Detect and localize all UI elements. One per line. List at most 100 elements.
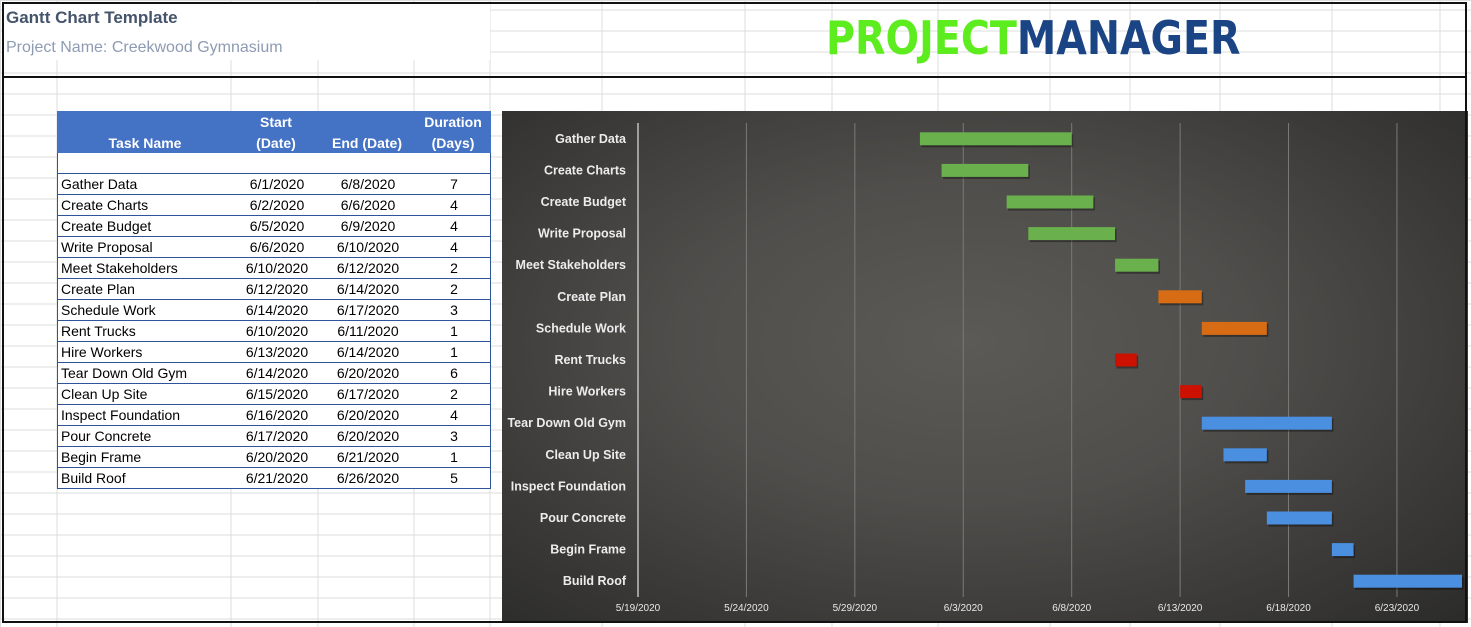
table-row[interactable]: Gather Data 6/1/2020 6/8/2020 7 bbox=[57, 174, 491, 195]
task-name-cell[interactable]: Schedule Work bbox=[61, 302, 156, 318]
duration-cell[interactable]: 1 bbox=[416, 323, 492, 339]
start-date-cell[interactable]: 6/14/2020 bbox=[234, 365, 320, 381]
table-row[interactable]: Build Roof 6/21/2020 6/26/2020 5 bbox=[57, 468, 491, 489]
task-name-cell[interactable]: Rent Trucks bbox=[61, 323, 136, 339]
start-date-cell[interactable]: 6/2/2020 bbox=[234, 197, 320, 213]
task-bar[interactable] bbox=[1331, 543, 1354, 557]
task-name-cell[interactable]: Create Budget bbox=[61, 218, 151, 234]
end-date-cell[interactable]: 6/8/2020 bbox=[320, 176, 416, 192]
end-date-cell[interactable]: 6/21/2020 bbox=[320, 449, 416, 465]
table-row[interactable]: Hire Workers 6/13/2020 6/14/2020 1 bbox=[57, 342, 491, 363]
col-duration[interactable]: (Days) bbox=[415, 133, 491, 154]
duration-cell[interactable]: 4 bbox=[416, 197, 492, 213]
task-bar[interactable] bbox=[1115, 258, 1159, 272]
duration-cell[interactable]: 4 bbox=[416, 407, 492, 423]
duration-cell[interactable]: 4 bbox=[416, 218, 492, 234]
task-name-cell[interactable]: Hire Workers bbox=[61, 344, 142, 360]
end-date-cell[interactable]: 6/11/2020 bbox=[320, 323, 416, 339]
start-date-cell[interactable]: 6/1/2020 bbox=[234, 176, 320, 192]
start-date-cell[interactable]: 6/13/2020 bbox=[234, 344, 320, 360]
task-name-cell[interactable]: Pour Concrete bbox=[61, 428, 151, 444]
task-name-cell[interactable]: Build Roof bbox=[61, 470, 126, 486]
task-name-cell[interactable]: Create Charts bbox=[61, 197, 148, 213]
task-bar[interactable] bbox=[1223, 448, 1267, 462]
x-tick-label: 6/23/2020 bbox=[1375, 603, 1420, 614]
end-date-cell[interactable]: 6/12/2020 bbox=[320, 260, 416, 276]
duration-cell[interactable]: 2 bbox=[416, 386, 492, 402]
task-name-cell[interactable]: Gather Data bbox=[61, 176, 137, 192]
table-row[interactable]: Inspect Foundation 6/16/2020 6/20/2020 4 bbox=[57, 405, 491, 426]
table-row[interactable]: Create Plan 6/12/2020 6/14/2020 2 bbox=[57, 279, 491, 300]
task-bar[interactable] bbox=[1201, 321, 1267, 335]
task-bar[interactable] bbox=[1158, 290, 1202, 304]
duration-cell[interactable]: 2 bbox=[416, 281, 492, 297]
task-bar[interactable] bbox=[1115, 353, 1137, 367]
start-date-cell[interactable]: 6/17/2020 bbox=[234, 428, 320, 444]
end-date-cell[interactable]: 6/14/2020 bbox=[320, 281, 416, 297]
duration-cell[interactable]: 3 bbox=[416, 302, 492, 318]
table-row[interactable]: Clean Up Site 6/15/2020 6/17/2020 2 bbox=[57, 384, 491, 405]
start-date-cell[interactable]: 6/15/2020 bbox=[234, 386, 320, 402]
task-name-cell[interactable]: Clean Up Site bbox=[61, 386, 147, 402]
task-name-cell[interactable]: Begin Frame bbox=[61, 449, 141, 465]
start-date-cell[interactable]: 6/10/2020 bbox=[234, 260, 320, 276]
task-name-cell[interactable]: Inspect Foundation bbox=[61, 407, 180, 423]
start-date-cell[interactable]: 6/21/2020 bbox=[234, 470, 320, 486]
start-date-cell[interactable]: 6/14/2020 bbox=[234, 302, 320, 318]
table-row[interactable]: Meet Stakeholders 6/10/2020 6/12/2020 2 bbox=[57, 258, 491, 279]
start-date-cell[interactable]: 6/20/2020 bbox=[234, 449, 320, 465]
start-date-cell[interactable]: 6/12/2020 bbox=[234, 281, 320, 297]
start-date-cell[interactable]: 6/16/2020 bbox=[234, 407, 320, 423]
table-row[interactable]: Write Proposal 6/6/2020 6/10/2020 4 bbox=[57, 237, 491, 258]
col-task-name[interactable]: Task Name bbox=[57, 133, 233, 154]
task-bar[interactable] bbox=[1180, 385, 1202, 399]
duration-cell[interactable]: 3 bbox=[416, 428, 492, 444]
end-date-cell[interactable]: 6/20/2020 bbox=[320, 365, 416, 381]
end-date-cell[interactable]: 6/9/2020 bbox=[320, 218, 416, 234]
table-row[interactable]: Pour Concrete 6/17/2020 6/20/2020 3 bbox=[57, 426, 491, 447]
duration-cell[interactable]: 6 bbox=[416, 365, 492, 381]
duration-cell[interactable]: 1 bbox=[416, 449, 492, 465]
end-date-cell[interactable]: 6/17/2020 bbox=[320, 386, 416, 402]
gantt-chart[interactable]: 5/19/2020 5/24/2020 5/29/2020 6/3/2020 6/8/2… bbox=[502, 111, 1468, 623]
task-bar[interactable] bbox=[1353, 574, 1462, 588]
col-start-date[interactable]: (Date) bbox=[233, 133, 319, 154]
task-bar[interactable] bbox=[919, 132, 1072, 146]
task-bar[interactable] bbox=[941, 163, 1029, 177]
task-bar[interactable] bbox=[1266, 511, 1332, 525]
end-date-cell[interactable]: 6/6/2020 bbox=[320, 197, 416, 213]
task-axis-label: Write Proposal bbox=[538, 227, 626, 241]
end-date-cell[interactable]: 6/20/2020 bbox=[320, 407, 416, 423]
duration-cell[interactable]: 2 bbox=[416, 260, 492, 276]
task-name-cell[interactable]: Tear Down Old Gym bbox=[61, 365, 187, 381]
start-date-cell[interactable]: 6/5/2020 bbox=[234, 218, 320, 234]
task-name-cell[interactable]: Write Proposal bbox=[61, 239, 153, 255]
start-date-cell[interactable]: 6/6/2020 bbox=[234, 239, 320, 255]
col-end-date[interactable]: End (Date) bbox=[319, 133, 415, 154]
end-date-cell[interactable]: 6/14/2020 bbox=[320, 344, 416, 360]
task-bar[interactable] bbox=[1028, 227, 1116, 241]
task-bar[interactable] bbox=[1201, 416, 1332, 430]
start-date-cell[interactable]: 6/10/2020 bbox=[234, 323, 320, 339]
end-date-cell[interactable]: 6/20/2020 bbox=[320, 428, 416, 444]
table-row[interactable]: Create Budget 6/5/2020 6/9/2020 4 bbox=[57, 216, 491, 237]
table-row[interactable]: Schedule Work 6/14/2020 6/17/2020 3 bbox=[57, 300, 491, 321]
end-date-cell[interactable]: 6/17/2020 bbox=[320, 302, 416, 318]
table-blank-row[interactable] bbox=[57, 153, 491, 174]
table-header: Task Name Start (Date) End (Date) Durati… bbox=[57, 111, 491, 153]
duration-cell[interactable]: 4 bbox=[416, 239, 492, 255]
end-date-cell[interactable]: 6/10/2020 bbox=[320, 239, 416, 255]
task-bar[interactable] bbox=[1245, 479, 1332, 493]
table-row[interactable]: Rent Trucks 6/10/2020 6/11/2020 1 bbox=[57, 321, 491, 342]
task-name-cell[interactable]: Meet Stakeholders bbox=[61, 260, 178, 276]
task-name-cell[interactable]: Create Plan bbox=[61, 281, 135, 297]
task-bar[interactable] bbox=[1006, 195, 1094, 209]
duration-cell[interactable]: 5 bbox=[416, 470, 492, 486]
col-duration-line1: Duration bbox=[424, 114, 482, 130]
table-row[interactable]: Create Charts 6/2/2020 6/6/2020 4 bbox=[57, 195, 491, 216]
table-row[interactable]: Begin Frame 6/20/2020 6/21/2020 1 bbox=[57, 447, 491, 468]
duration-cell[interactable]: 7 bbox=[416, 176, 492, 192]
duration-cell[interactable]: 1 bbox=[416, 344, 492, 360]
table-row[interactable]: Tear Down Old Gym 6/14/2020 6/20/2020 6 bbox=[57, 363, 491, 384]
end-date-cell[interactable]: 6/26/2020 bbox=[320, 470, 416, 486]
